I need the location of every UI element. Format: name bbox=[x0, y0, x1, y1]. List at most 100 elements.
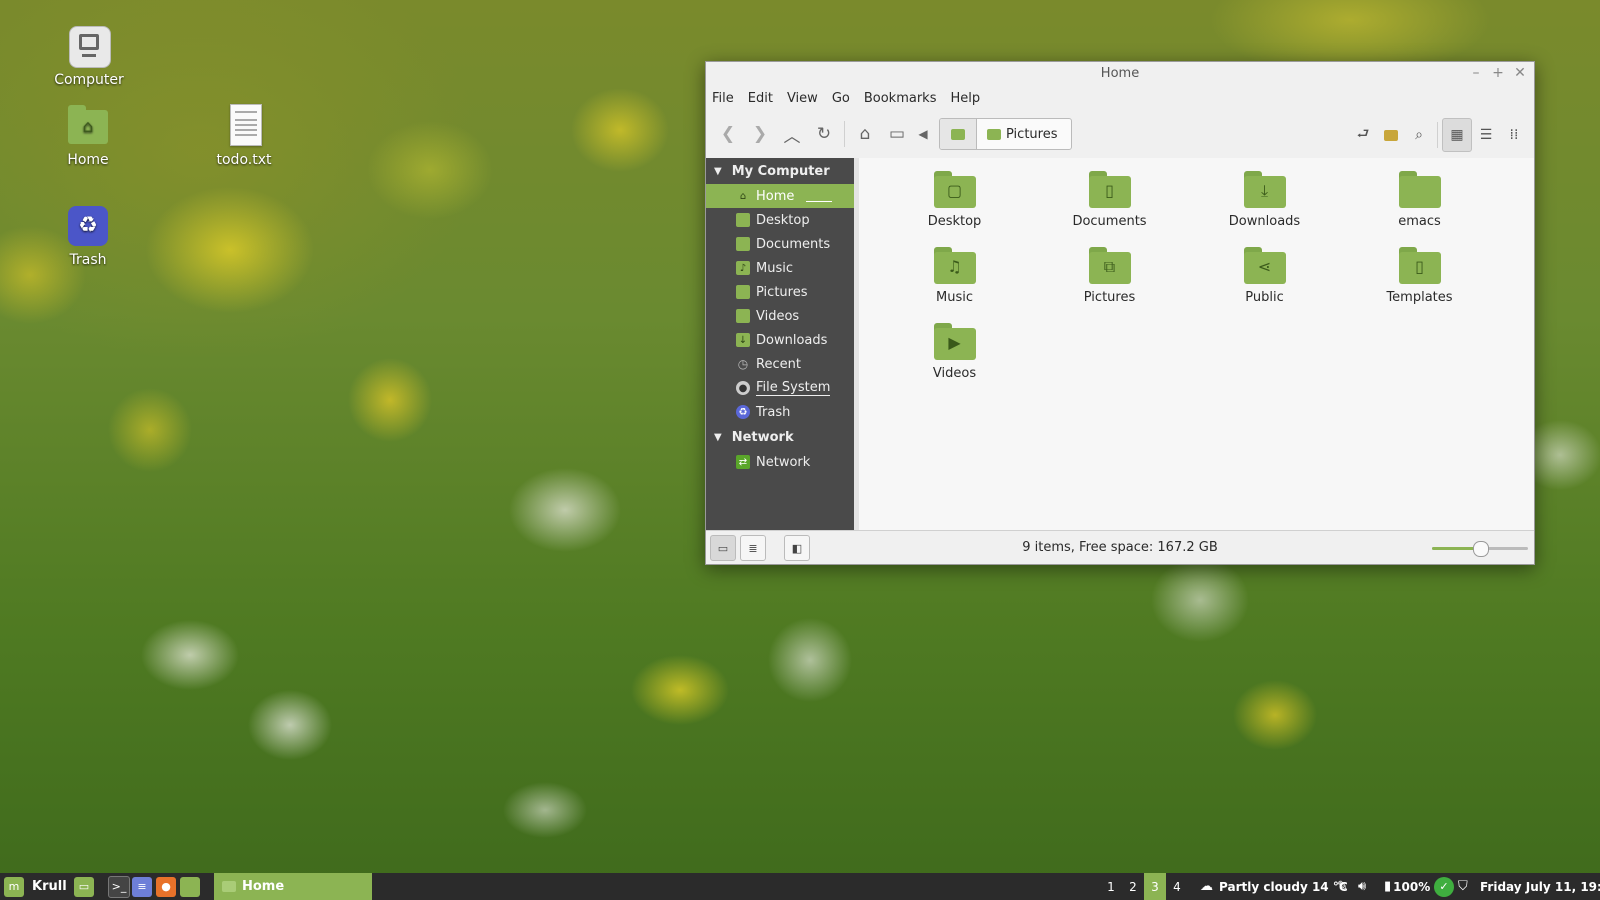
search-icon[interactable]: ⌕ bbox=[1405, 119, 1433, 151]
sidebar-section-my-computer[interactable]: ▼ My Computer bbox=[706, 158, 854, 184]
status-text: 9 items, Free space: 167.2 GB bbox=[1022, 540, 1218, 555]
home-icon[interactable]: ⌂ bbox=[849, 118, 881, 150]
toolbar-separator bbox=[1437, 122, 1438, 148]
forward-icon[interactable]: ❯ bbox=[744, 118, 776, 150]
pictures-folder-icon bbox=[736, 285, 750, 299]
compact-view-icon[interactable]: ⁞⁞ bbox=[1500, 119, 1528, 151]
breadcrumb-pictures[interactable]: Pictures bbox=[977, 119, 1071, 149]
file-item-downloads[interactable]: ⤓ Downloads bbox=[1187, 170, 1342, 246]
sidebar-item-desktop[interactable]: Desktop bbox=[706, 208, 854, 232]
toolbar-separator bbox=[844, 121, 845, 147]
file-item-emacs[interactable]: emacs bbox=[1342, 170, 1497, 246]
sidebar-item-home[interactable]: ⌂ Home bbox=[706, 184, 854, 208]
sidebar-item-documents[interactable]: Documents bbox=[706, 232, 854, 256]
sidebar: ▼ My Computer ⌂ Home Desktop Documents ♪… bbox=[706, 158, 854, 530]
zoom-slider[interactable] bbox=[1432, 541, 1528, 557]
file-view: ▢ Desktop ▯ Documents ⤓ Downloads emacs … bbox=[859, 158, 1534, 530]
clock-applet[interactable]: Friday July 11, 19:30 bbox=[1480, 873, 1600, 900]
up-icon[interactable]: ︿ bbox=[776, 118, 808, 150]
desktop-icon-computer[interactable]: Computer bbox=[39, 24, 139, 88]
menu-go[interactable]: Go bbox=[832, 91, 850, 106]
reload-icon[interactable]: ↻ bbox=[808, 118, 840, 150]
file-item-desktop[interactable]: ▢ Desktop bbox=[877, 170, 1032, 246]
workspace-1[interactable]: 1 bbox=[1100, 873, 1122, 900]
desktop-icon-home[interactable]: ⌂ Home bbox=[38, 104, 138, 168]
workspace-3[interactable]: 3 bbox=[1144, 873, 1166, 900]
sidebar-item-recent[interactable]: ◷ Recent bbox=[706, 352, 854, 376]
file-item-public[interactable]: ⋖ Public bbox=[1187, 246, 1342, 322]
trash-icon: ♻ bbox=[736, 405, 750, 419]
pictures-folder-icon bbox=[987, 128, 1001, 140]
home-icon: ⌂ bbox=[736, 189, 750, 203]
new-folder-icon[interactable] bbox=[1377, 119, 1405, 151]
menu-file[interactable]: File bbox=[712, 91, 734, 106]
sidebar-item-file-system[interactable]: ● File System bbox=[706, 376, 854, 400]
sidebar-item-label: Desktop bbox=[756, 212, 810, 228]
file-item-music[interactable]: ♫ Music bbox=[877, 246, 1032, 322]
file-item-pictures[interactable]: ⧉ Pictures bbox=[1032, 246, 1187, 322]
back-icon[interactable]: ❮ bbox=[712, 118, 744, 150]
zoom-slider-handle[interactable] bbox=[1473, 541, 1489, 557]
file-manager-window: Home – + ✕ File Edit View Go Bookmarks H… bbox=[705, 61, 1535, 565]
sidebar-item-downloads[interactable]: ↓ Downloads bbox=[706, 328, 854, 352]
sidebar-item-music[interactable]: ♪ Music bbox=[706, 256, 854, 280]
list-view-icon[interactable]: ☰ bbox=[1472, 119, 1500, 151]
battery-icon: ▮ bbox=[1384, 879, 1392, 894]
sidebar-item-label: Pictures bbox=[756, 284, 808, 300]
sidebar-item-videos[interactable]: Videos bbox=[706, 304, 854, 328]
network-icon: ⇄ bbox=[736, 455, 750, 469]
menu-edit[interactable]: Edit bbox=[748, 91, 773, 106]
computer-icon[interactable]: ▭ bbox=[881, 118, 913, 150]
menu-button[interactable]: m Krull bbox=[4, 873, 67, 900]
update-applet[interactable]: ✓ bbox=[1434, 873, 1454, 900]
weather-text: Partly cloudy 14 °C bbox=[1219, 879, 1348, 894]
close-icon[interactable]: ✕ bbox=[1514, 64, 1526, 82]
file-item-templates[interactable]: ▯ Templates bbox=[1342, 246, 1497, 322]
battery-applet[interactable]: ▮ 100% bbox=[1384, 873, 1430, 900]
window-button-home[interactable]: Home bbox=[214, 873, 372, 900]
title-bar[interactable]: Home – + ✕ bbox=[706, 62, 1534, 86]
workspace-2[interactable]: 2 bbox=[1122, 873, 1144, 900]
file-label: Videos bbox=[932, 366, 977, 381]
file-item-documents[interactable]: ▯ Documents bbox=[1032, 170, 1187, 246]
check-icon: ✓ bbox=[1434, 876, 1454, 897]
breadcrumb-home[interactable] bbox=[940, 119, 977, 149]
menu-bookmarks[interactable]: Bookmarks bbox=[864, 91, 937, 106]
menu-help[interactable]: Help bbox=[950, 91, 980, 106]
status-bar: ▭ ≣ ◧ 9 items, Free space: 167.2 GB bbox=[706, 530, 1534, 564]
battery-text: 100% bbox=[1393, 879, 1431, 894]
security-applet[interactable]: ⛉ bbox=[1458, 873, 1468, 900]
window-button-label: Home bbox=[242, 879, 285, 894]
documents-folder-icon bbox=[736, 237, 750, 251]
launcher-terminal[interactable]: >_ bbox=[108, 873, 130, 900]
file-label: Pictures bbox=[1083, 290, 1136, 305]
minimize-icon[interactable]: – bbox=[1470, 64, 1482, 82]
taskbar: m Krull ▭ >_ ≡ ● Home 1 2 3 4 ☁ Partly c… bbox=[0, 873, 1600, 900]
launcher-firefox[interactable]: ● bbox=[156, 873, 176, 900]
trash-icon: ♻ bbox=[66, 204, 110, 248]
volume-applet[interactable]: 🔊︎ bbox=[1358, 873, 1366, 900]
sidebar-item-trash[interactable]: ♻ Trash bbox=[706, 400, 854, 424]
clock-icon: ◷ bbox=[737, 357, 749, 371]
toggle-location-icon[interactable]: ⮐ bbox=[1349, 119, 1377, 151]
workspace-4[interactable]: 4 bbox=[1166, 873, 1188, 900]
maximize-icon[interactable]: + bbox=[1492, 64, 1504, 82]
menu-view[interactable]: View bbox=[787, 91, 818, 106]
launcher-files[interactable] bbox=[180, 873, 200, 900]
launcher-text-editor[interactable]: ≡ bbox=[132, 873, 152, 900]
icon-view-icon[interactable]: ▦ bbox=[1442, 118, 1472, 152]
sidebar-item-network[interactable]: ⇄ Network bbox=[706, 450, 854, 474]
downloads-folder-icon: ↓ bbox=[736, 333, 750, 347]
launcher-show-desktop[interactable]: ▭ bbox=[74, 873, 94, 900]
desktop-icon-todo[interactable]: todo.txt bbox=[194, 104, 294, 168]
sidebar-section-network[interactable]: ▼ Network bbox=[706, 424, 854, 450]
videos-folder-icon: ▶ bbox=[933, 322, 976, 360]
path-toggle-icon[interactable]: ◀ bbox=[913, 118, 933, 150]
sidebar-item-pictures[interactable]: Pictures bbox=[706, 280, 854, 304]
weather-applet[interactable]: ☁ Partly cloudy 14 °C bbox=[1200, 873, 1348, 900]
desktop-icon-trash[interactable]: ♻ Trash bbox=[38, 204, 138, 268]
pen-applet[interactable]: ✎ bbox=[1337, 873, 1348, 900]
file-item-videos[interactable]: ▶ Videos bbox=[877, 322, 1032, 398]
collapse-icon: ▼ bbox=[714, 165, 722, 177]
sidebar-item-label: Network bbox=[756, 454, 811, 470]
